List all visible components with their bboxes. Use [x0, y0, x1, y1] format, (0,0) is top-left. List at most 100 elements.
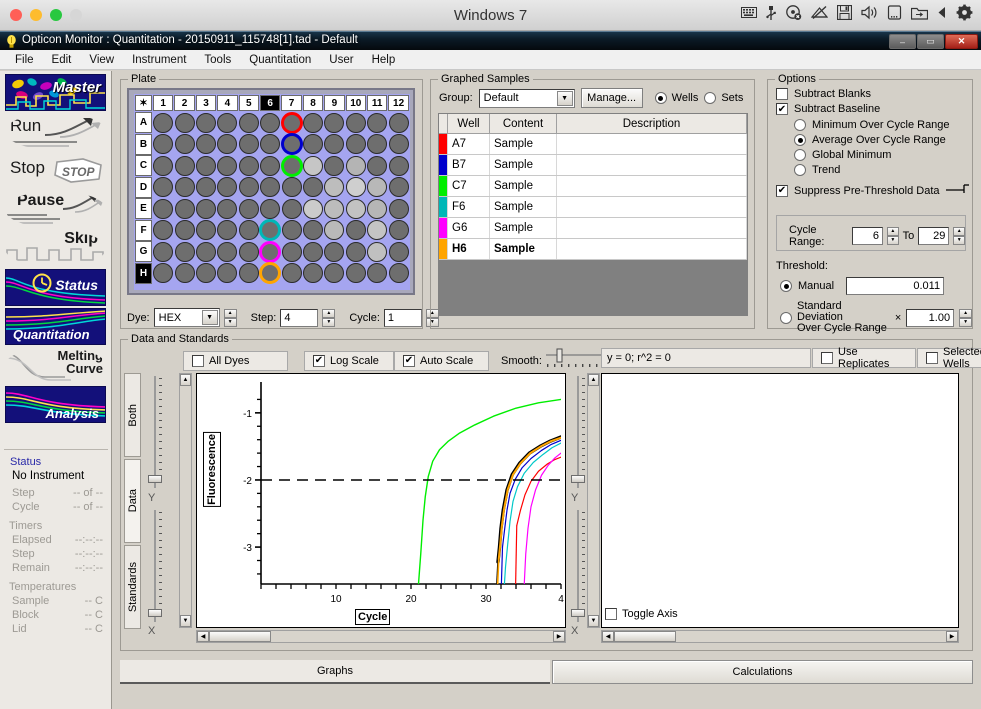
- plate-well-E7[interactable]: [281, 198, 302, 219]
- plate-well-H9[interactable]: [324, 263, 345, 284]
- plate-row-header-G[interactable]: G: [135, 241, 152, 262]
- scroll-left-icon[interactable]: ◀: [197, 631, 209, 642]
- standards-hscrollbar[interactable]: ◀ ▶: [601, 630, 959, 643]
- plate-well-E9[interactable]: [324, 198, 345, 219]
- plate-well-D1[interactable]: [153, 177, 174, 198]
- plate-well-B2[interactable]: [174, 134, 195, 155]
- plate-col-header-3[interactable]: 3: [195, 95, 217, 111]
- plate-well-G8[interactable]: [303, 241, 323, 262]
- maximize-button[interactable]: ▭: [917, 34, 944, 49]
- plate-well-A5[interactable]: [238, 112, 259, 133]
- plate-well-B4[interactable]: [217, 134, 238, 155]
- disc-eject-icon[interactable]: [785, 4, 802, 21]
- plate-well-A1[interactable]: [153, 112, 174, 133]
- threshold-stddev-radio[interactable]: [780, 311, 792, 324]
- threshold-manual-input[interactable]: 0.011: [846, 277, 945, 295]
- plate-well-B1[interactable]: [153, 134, 174, 155]
- toggle-axis-checkbox[interactable]: [605, 608, 617, 620]
- plate-well-G2[interactable]: [174, 241, 195, 262]
- plate-col-header-1[interactable]: 1: [153, 95, 174, 111]
- scroll-right-icon[interactable]: ▶: [553, 631, 565, 642]
- speaker-icon[interactable]: [861, 5, 878, 20]
- baseline-global-minimum-row[interactable]: Global Minimum: [794, 149, 972, 161]
- sidebar-item-analysis[interactable]: Analysis: [5, 386, 106, 423]
- manage-button[interactable]: Manage...: [580, 88, 643, 108]
- plate-well-G4[interactable]: [217, 241, 238, 262]
- left-x-slider-thumb[interactable]: [148, 609, 162, 617]
- plate-well-F3[interactable]: [196, 220, 216, 241]
- plate-well-G5[interactable]: [238, 241, 259, 262]
- plate-well-D6[interactable]: [260, 177, 281, 198]
- sets-radio-row[interactable]: Sets: [704, 92, 743, 104]
- plate-well-F10[interactable]: [345, 220, 366, 241]
- toggle-axis-row[interactable]: Toggle Axis: [605, 608, 678, 620]
- plate-col-header-5[interactable]: 5: [238, 95, 259, 111]
- plate-well-G12[interactable]: [388, 241, 409, 262]
- plate-well-C5[interactable]: [238, 155, 259, 176]
- dye-stepper[interactable]: ▲ ▼: [223, 308, 237, 327]
- plate-well-F8[interactable]: [303, 220, 323, 241]
- plate-well-E2[interactable]: [174, 198, 195, 219]
- chevron-down-icon[interactable]: ▼: [556, 90, 573, 106]
- baseline-average-row[interactable]: Average Over Cycle Range: [794, 134, 972, 146]
- plate-well-C7[interactable]: [280, 154, 303, 177]
- plate-well-A12[interactable]: [388, 112, 409, 133]
- plate-well-H10[interactable]: [345, 263, 366, 284]
- left-arrow-icon[interactable]: [937, 6, 947, 19]
- scroll-down-icon[interactable]: ▼: [588, 615, 599, 627]
- plate-well-F9[interactable]: [324, 220, 345, 241]
- sidebar-item-skip[interactable]: Skip: [5, 230, 106, 267]
- save-icon[interactable]: [837, 5, 852, 20]
- plate-well-E4[interactable]: [217, 198, 238, 219]
- baseline-global-minimum-radio[interactable]: [794, 149, 806, 161]
- keyboard-icon[interactable]: [741, 6, 757, 19]
- plate-well-F11[interactable]: [367, 220, 388, 241]
- plate-well-B12[interactable]: [388, 134, 409, 155]
- group-select[interactable]: Default ▼: [478, 88, 575, 108]
- log-scale-row[interactable]: ✔ Log Scale: [304, 350, 394, 371]
- sidebar-item-quantitation[interactable]: Quantitation: [5, 308, 106, 345]
- plot-hscrollbar[interactable]: ◀ ▶: [196, 630, 566, 643]
- plate-well-A6[interactable]: [260, 112, 281, 133]
- plate-well-D10[interactable]: [345, 177, 366, 198]
- plate-col-header-6[interactable]: 6: [260, 95, 281, 111]
- use-replicates-row[interactable]: Use Replicates: [812, 346, 916, 370]
- step-stepper[interactable]: ▲ ▼: [322, 308, 336, 327]
- plate-col-header-4[interactable]: 4: [217, 95, 238, 111]
- tab-data[interactable]: Data: [124, 459, 141, 543]
- plate-well-A7[interactable]: [280, 111, 303, 134]
- network-disconnected-icon[interactable]: [811, 5, 828, 21]
- dye-select[interactable]: HEX ▼: [153, 308, 220, 327]
- cycle-range-to-input[interactable]: 29: [918, 227, 950, 245]
- table-row[interactable]: A7 Sample: [439, 134, 747, 155]
- use-replicates-checkbox[interactable]: [821, 352, 833, 364]
- plate-well-G10[interactable]: [345, 241, 366, 262]
- plate-row-header-A[interactable]: A: [135, 112, 152, 133]
- menu-edit[interactable]: Edit: [43, 52, 81, 68]
- plate-col-header-9[interactable]: 9: [324, 95, 345, 111]
- subtract-baseline-checkbox[interactable]: ✔: [776, 103, 788, 115]
- plate-well-D2[interactable]: [174, 177, 195, 198]
- plate-col-header-12[interactable]: 12: [388, 95, 409, 111]
- plate-well-H5[interactable]: [238, 263, 259, 284]
- minimize-button[interactable]: –: [889, 34, 916, 49]
- plate-col-header-8[interactable]: 8: [302, 95, 324, 111]
- sidebar-item-run[interactable]: Run: [5, 113, 106, 150]
- plot-hscroll-thumb[interactable]: [209, 631, 271, 642]
- menu-view[interactable]: View: [80, 52, 123, 68]
- scroll-left-icon[interactable]: ◀: [602, 631, 614, 642]
- plate-well-E6[interactable]: [260, 198, 281, 219]
- threshold-stddev-input[interactable]: 1.00: [906, 308, 955, 327]
- plate-well-H3[interactable]: [196, 263, 216, 284]
- subtract-blanks-checkbox[interactable]: [776, 88, 788, 100]
- plate-well-H12[interactable]: [388, 263, 409, 284]
- table-row[interactable]: G6 Sample: [439, 218, 747, 239]
- plate-well-E5[interactable]: [238, 198, 259, 219]
- plate-well-B5[interactable]: [238, 134, 259, 155]
- cycle-range-from-input[interactable]: 6: [851, 227, 884, 245]
- plate-well-C3[interactable]: [196, 155, 216, 176]
- right-y-slider-thumb[interactable]: [571, 475, 585, 483]
- plate-well-B7[interactable]: [280, 133, 303, 156]
- subtract-blanks-row[interactable]: Subtract Blanks: [776, 88, 972, 100]
- plate-col-header-11[interactable]: 11: [367, 95, 388, 111]
